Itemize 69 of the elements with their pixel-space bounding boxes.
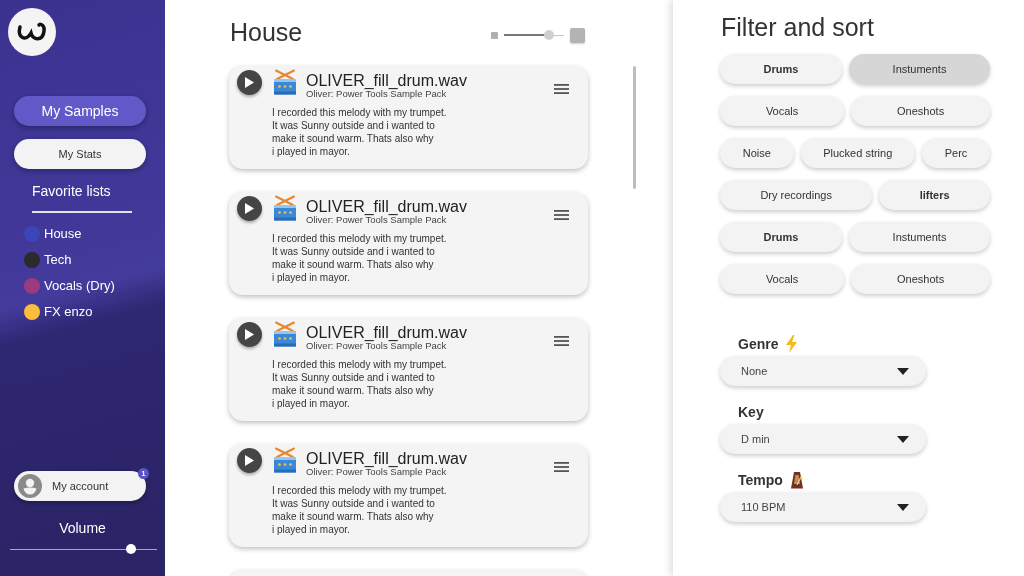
field-label: Key xyxy=(738,404,764,420)
sample-description: I recorded this melody with my trumpet. It was Sunny outside and i wanted to make it sound warm. Thats also why i played in mayor. xyxy=(272,484,448,536)
large-square-icon xyxy=(570,27,585,43)
caret-icon xyxy=(897,367,909,375)
volume-label: Volume xyxy=(58,520,107,536)
play-icon xyxy=(245,77,254,88)
filter-chip[interactable]: Instuments xyxy=(849,222,990,252)
sample-description: I recorded this melody with my trumpet. It was Sunny outside and i wanted to make it sound warm. Thats also why i played in mayor. xyxy=(272,232,448,284)
field-label: Genre xyxy=(738,336,779,352)
filter-chip[interactable]: Plucked string xyxy=(800,138,915,168)
drum-icon xyxy=(273,321,297,347)
play-icon xyxy=(245,329,254,340)
sample-title: OLIVER_fill_drum.wav xyxy=(306,325,467,341)
dropdown[interactable]: 110 BPM xyxy=(720,492,926,522)
field-label: Tempo xyxy=(738,472,783,488)
play-button[interactable] xyxy=(237,70,262,95)
page-title: House xyxy=(230,17,303,47)
filter-chip[interactable]: Instuments xyxy=(849,54,990,84)
filter-chip[interactable]: Oneshots xyxy=(851,264,990,294)
filter-chip[interactable]: Vocals xyxy=(720,264,845,294)
small-square-icon xyxy=(491,31,498,39)
avatar-icon xyxy=(18,474,42,498)
menu-icon[interactable] xyxy=(554,336,569,346)
sample-title: OLIVER_fill_drum.wav xyxy=(306,451,467,467)
filter-chip[interactable]: Noise xyxy=(720,138,794,168)
panel-title: Filter and sort xyxy=(721,13,875,41)
filter-chip[interactable]: Drums xyxy=(720,54,842,84)
sample-title: OLIVER_fill_drum.wav xyxy=(306,199,467,215)
filter-chip[interactable]: Drums xyxy=(720,222,842,252)
favorite-list-link[interactable]: FX enzo xyxy=(44,303,93,320)
sample-description: I recorded this melody with my trumpet. It was Sunny outside and i wanted to make it sound warm. Thats also why i played in mayor. xyxy=(272,358,448,410)
filter-chip[interactable]: lifters xyxy=(879,180,990,210)
dropdown[interactable]: D min xyxy=(720,424,926,454)
drum-icon xyxy=(273,195,297,221)
play-button[interactable] xyxy=(237,322,262,347)
favorites-heading: Favorite lists xyxy=(32,183,112,199)
caret-icon xyxy=(897,503,909,511)
filter-chip[interactable]: Dry recordings xyxy=(720,180,873,210)
filter-chip[interactable]: Oneshots xyxy=(851,96,990,126)
scrollbar[interactable] xyxy=(633,66,636,189)
sample-title: OLIVER_fill_drum.wav xyxy=(306,73,467,89)
favorite-list-link[interactable]: Tech xyxy=(44,251,72,268)
menu-icon[interactable] xyxy=(554,84,569,94)
play-button[interactable] xyxy=(237,448,262,473)
menu-icon[interactable] xyxy=(554,210,569,220)
sample-pack: Oliver: Power Tools Sample Pack xyxy=(306,89,447,99)
play-button[interactable] xyxy=(237,196,262,221)
drum-icon xyxy=(273,447,297,473)
caret-icon xyxy=(897,435,909,443)
play-icon xyxy=(245,203,254,214)
play-icon xyxy=(245,455,254,466)
sample-pack: Oliver: Power Tools Sample Pack xyxy=(306,215,447,225)
metronome-icon xyxy=(789,471,804,489)
slider-thumb[interactable] xyxy=(544,30,554,40)
favorite-list-link[interactable]: House xyxy=(44,225,82,242)
dropdown[interactable]: None xyxy=(720,356,926,386)
nav-button[interactable]: My Samples xyxy=(14,96,146,126)
menu-icon[interactable] xyxy=(554,462,569,472)
lightning-icon xyxy=(785,335,799,353)
logo-icon xyxy=(8,8,56,56)
favorite-list-link[interactable]: Vocals (Dry) xyxy=(44,277,115,294)
filter-chip[interactable]: Perc xyxy=(922,138,990,168)
sample-description: I recorded this melody with my trumpet. It was Sunny outside and i wanted to make it sound warm. Thats also why i played in mayor. xyxy=(272,106,448,158)
nav-button[interactable]: My Stats xyxy=(14,139,146,169)
slider-thumb[interactable] xyxy=(125,544,136,554)
drum-icon xyxy=(273,69,297,95)
sample-pack: Oliver: Power Tools Sample Pack xyxy=(306,467,447,477)
filter-chip[interactable]: Vocals xyxy=(720,96,845,126)
sample-pack: Oliver: Power Tools Sample Pack xyxy=(306,341,447,351)
